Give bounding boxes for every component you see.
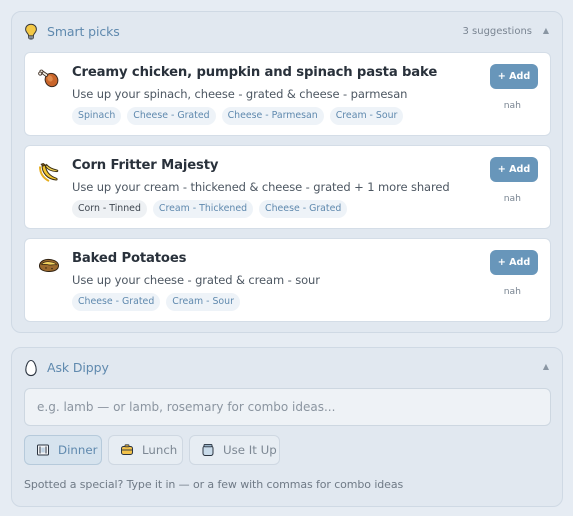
ingredient-tag: Cheese - Grated [259, 200, 348, 218]
ingredient-tags: Spinach Cheese - Grated Cheese - Parmesa… [72, 107, 404, 125]
use-it-up-button[interactable]: Use It Up [189, 435, 280, 465]
collapse-chevron-icon[interactable]: ▲ [543, 362, 549, 371]
dismiss-link[interactable]: nah [504, 100, 521, 111]
ingredient-tag: Cheese - Grated [72, 293, 161, 311]
recipe-title: Baked Potatoes [72, 251, 187, 266]
add-recipe-button[interactable]: + Add [490, 157, 538, 182]
dinner-icon [37, 444, 49, 456]
lunch-box-icon [121, 444, 133, 455]
dismiss-link[interactable]: nah [504, 193, 521, 204]
ask-dippy-title: Ask Dippy [47, 360, 109, 375]
ask-dippy-panel: Ask Dippy ▲ Dinner Lunch Use It Up Spott… [11, 347, 563, 507]
lightbulb-icon [25, 23, 37, 40]
suggestion-card: Creamy chicken, pumpkin and spinach past… [24, 52, 551, 136]
ingredient-tags: Cheese - Grated Cream - Sour [72, 293, 240, 311]
ingredient-tags: Corn - Tinned Cream - Thickened Cheese -… [72, 200, 348, 218]
egg-icon [25, 359, 37, 377]
add-recipe-button[interactable]: + Add [490, 250, 538, 275]
dismiss-link[interactable]: nah [504, 286, 521, 297]
suggestion-card: Corn Fritter Majesty Use up your cream -… [24, 145, 551, 229]
lunch-button[interactable]: Lunch [108, 435, 183, 465]
drumstick-icon [38, 69, 59, 88]
potato-icon [39, 258, 60, 273]
recipe-description: Use up your cheese - grated & cream - so… [72, 273, 320, 287]
recipe-description: Use up your cream - thickened & cheese -… [72, 180, 450, 194]
ingredient-search-input[interactable] [24, 388, 551, 426]
smart-picks-header[interactable]: Smart picks 3 suggestions ▲ [12, 12, 562, 52]
smart-picks-panel: Smart picks 3 suggestions ▲ Creamy chick… [11, 11, 563, 333]
recipe-title: Corn Fritter Majesty [72, 158, 219, 173]
ingredient-tag: Cream - Sour [329, 107, 404, 125]
ingredient-tag: Spinach [72, 107, 122, 125]
ingredient-tag: Corn - Tinned [72, 200, 147, 218]
collapse-chevron-icon[interactable]: ▲ [543, 26, 549, 35]
jar-icon [202, 443, 214, 456]
smart-picks-title: Smart picks [47, 24, 120, 39]
ingredient-tag: Cheese - Grated [127, 107, 216, 125]
ingredient-tag: Cheese - Parmesan [221, 107, 324, 125]
use-it-up-label: Use It Up [223, 443, 277, 457]
suggestion-card: Baked Potatoes Use up your cheese - grat… [24, 238, 551, 322]
ingredient-tag: Cream - Thickened [152, 200, 254, 218]
ingredient-tag: Cream - Sour [166, 293, 240, 311]
add-recipe-button[interactable]: + Add [490, 64, 538, 89]
dinner-label: Dinner [58, 443, 98, 457]
banana-icon [39, 163, 59, 182]
hint-text: Spotted a special? Type it in — or a few… [24, 478, 404, 491]
recipe-description: Use up your spinach, cheese - grated & c… [72, 87, 408, 101]
ask-dippy-header[interactable]: Ask Dippy ▲ [12, 348, 562, 388]
recipe-title: Creamy chicken, pumpkin and spinach past… [72, 65, 438, 80]
dinner-button[interactable]: Dinner [24, 435, 102, 465]
suggestion-count: 3 suggestions [462, 26, 532, 37]
lunch-label: Lunch [142, 443, 178, 457]
